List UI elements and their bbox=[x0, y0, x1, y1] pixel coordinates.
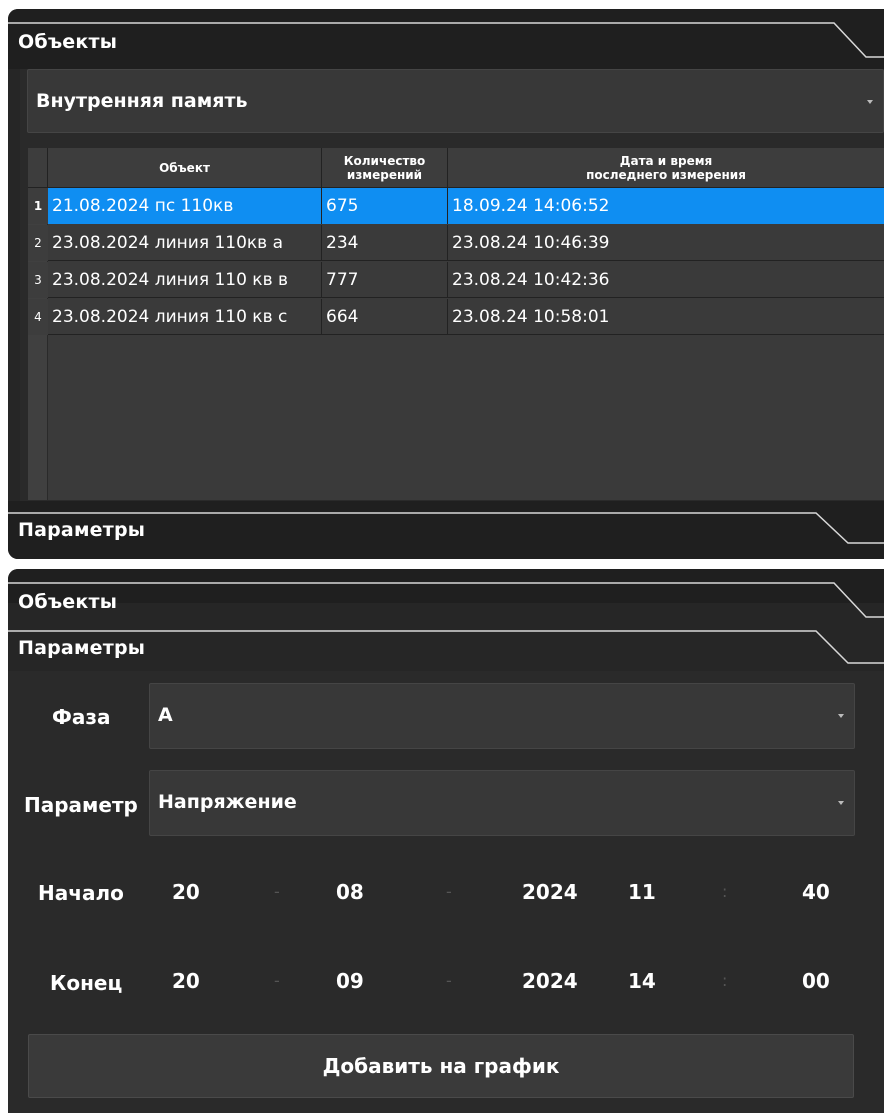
phase-label: Фаза bbox=[52, 705, 111, 729]
date-separator: - bbox=[274, 882, 280, 901]
table-header: Объект Количество измерений Дата и время… bbox=[28, 148, 884, 188]
row-index: 1 bbox=[28, 188, 48, 224]
table-row[interactable]: 1 21.08.2024 пс 110кв 675 18.09.24 14:06… bbox=[28, 188, 884, 224]
objects-accordion-header[interactable]: Объекты bbox=[8, 9, 884, 69]
end-label: Конец bbox=[50, 971, 123, 995]
time-separator: : bbox=[722, 971, 728, 990]
objects-accordion-title: Объекты bbox=[18, 31, 118, 53]
storage-dropdown[interactable]: Внутренняя память bbox=[27, 69, 884, 133]
header-date-line2: последнего измерения bbox=[586, 168, 746, 182]
cell-date[interactable]: 23.08.24 10:42:36 bbox=[448, 262, 884, 298]
end-hour-field[interactable]: 14 bbox=[628, 969, 656, 993]
start-year-field[interactable]: 2024 bbox=[522, 880, 578, 904]
row-index: 2 bbox=[28, 225, 48, 261]
storage-dropdown-value: Внутренняя память bbox=[36, 90, 248, 112]
params-accordion-title: Параметры bbox=[18, 519, 146, 541]
cell-count[interactable]: 664 bbox=[322, 299, 448, 335]
header-count-line1: Количество bbox=[343, 154, 426, 168]
date-separator: - bbox=[274, 971, 280, 990]
start-hour-field[interactable]: 11 bbox=[628, 880, 656, 904]
start-day-field[interactable]: 20 bbox=[172, 880, 200, 904]
param-dropdown[interactable]: Напряжение bbox=[149, 770, 855, 836]
start-label: Начало bbox=[38, 881, 124, 905]
params-accordion-header[interactable]: Параметры bbox=[8, 501, 884, 559]
param-dropdown-value: Напряжение bbox=[158, 791, 297, 813]
end-year-field[interactable]: 2024 bbox=[522, 969, 578, 993]
date-separator: - bbox=[446, 882, 452, 901]
objects-table: Объект Количество измерений Дата и время… bbox=[28, 148, 884, 500]
header-corner bbox=[28, 148, 48, 188]
objects-accordion-title: Объекты bbox=[18, 591, 118, 613]
cell-date[interactable]: 23.08.24 10:46:39 bbox=[448, 225, 884, 261]
table-row[interactable]: 3 23.08.2024 линия 110 кв в 777 23.08.24… bbox=[28, 262, 884, 298]
cell-object[interactable]: 23.08.2024 линия 110 кв с bbox=[48, 299, 322, 335]
start-month-field[interactable]: 08 bbox=[336, 880, 364, 904]
header-object[interactable]: Объект bbox=[48, 148, 322, 188]
objects-accordion-header[interactable]: Объекты bbox=[8, 569, 884, 618]
cell-count[interactable]: 234 bbox=[322, 225, 448, 261]
cell-count[interactable]: 675 bbox=[322, 188, 448, 224]
dropdown-arrow-icon bbox=[838, 714, 844, 718]
params-accordion-header[interactable]: Параметры bbox=[8, 619, 884, 673]
end-day-field[interactable]: 20 bbox=[172, 969, 200, 993]
start-minute-field[interactable]: 40 bbox=[802, 880, 830, 904]
header-date-line1: Дата и время bbox=[619, 154, 713, 168]
phase-dropdown[interactable]: А bbox=[149, 683, 855, 749]
header-date[interactable]: Дата и время последнего измерения bbox=[448, 148, 884, 188]
cell-date[interactable]: 18.09.24 14:06:52 bbox=[448, 188, 884, 224]
date-separator: - bbox=[446, 971, 452, 990]
cell-object[interactable]: 23.08.2024 линия 110кв а bbox=[48, 225, 322, 261]
row-index: 3 bbox=[28, 262, 48, 298]
time-separator: : bbox=[722, 882, 728, 901]
table-row[interactable]: 4 23.08.2024 линия 110 кв с 664 23.08.24… bbox=[28, 299, 884, 335]
phase-dropdown-value: А bbox=[158, 704, 173, 726]
accordion-header-line bbox=[8, 22, 884, 58]
cell-count[interactable]: 777 bbox=[322, 262, 448, 298]
header-count[interactable]: Количество измерений bbox=[322, 148, 448, 188]
row-index: 4 bbox=[28, 299, 48, 335]
dropdown-arrow-icon bbox=[867, 100, 873, 104]
params-accordion-title: Параметры bbox=[18, 637, 146, 659]
add-to-chart-button[interactable]: Добавить на график bbox=[28, 1034, 854, 1098]
header-count-line2: измерений bbox=[346, 168, 423, 182]
objects-panel-expanded: Объекты Внутренняя память Объект Количес… bbox=[8, 9, 884, 559]
cell-object[interactable]: 23.08.2024 линия 110 кв в bbox=[48, 262, 322, 298]
params-panel-expanded: Объекты Параметры Фаза А Параметр Напряж… bbox=[8, 569, 884, 1113]
end-month-field[interactable]: 09 bbox=[336, 969, 364, 993]
dropdown-arrow-icon bbox=[838, 801, 844, 805]
end-minute-field[interactable]: 00 bbox=[802, 969, 830, 993]
table-row[interactable]: 2 23.08.2024 линия 110кв а 234 23.08.24 … bbox=[28, 225, 884, 261]
cell-object[interactable]: 21.08.2024 пс 110кв bbox=[48, 188, 322, 224]
cell-date[interactable]: 23.08.24 10:58:01 bbox=[448, 299, 884, 335]
param-label: Параметр bbox=[24, 793, 138, 817]
